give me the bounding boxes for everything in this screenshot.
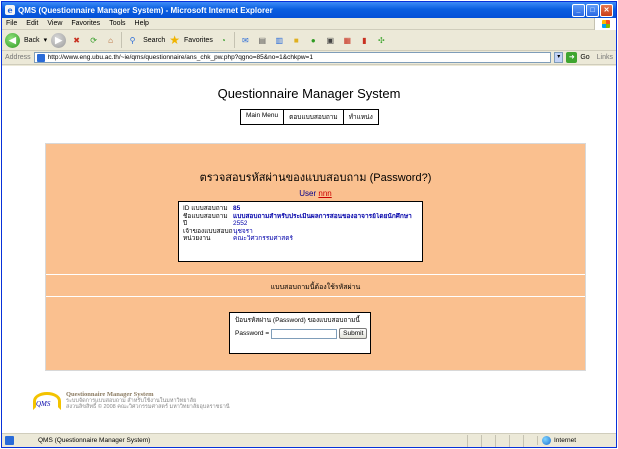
address-url[interactable]: http://www.eng.ubu.ac.th/~ie/qms/questio… [48,53,313,62]
info-row: ชื่อแบบสอบถาม แบบสอบถามสำหรับประเมินผลกา… [183,213,418,221]
main-nav: Main Menu ตอบแบบสอบถาม ทำแหน่ง [240,109,379,125]
page-title: Questionnaire Manager System [217,86,401,101]
stop-icon[interactable]: ✖ [70,34,83,47]
info-key: เจ้าของแบบสอบถาม [183,227,233,235]
book-icon[interactable]: ▮ [358,34,371,47]
password-panel: ตรวจสอบรหัสผ่านของแบบสอบถาม (Password?) … [45,143,586,371]
info-value: นุชจรา [233,227,253,235]
footer-line: สงวนลิขสิทธิ์ © 2008 คณะวิศวกรรมศาสตร์ ม… [66,404,230,411]
info-key: หน่วยงาน [183,235,211,243]
mail-icon[interactable]: ✉ [239,34,252,47]
panel-heading: ตรวจสอบรหัสผ่านของแบบสอบถาม (Password?) [199,172,432,184]
submit-button[interactable]: Submit [339,328,368,339]
password-input[interactable] [271,328,338,339]
info-key: ID แบบสอบถาม [183,205,228,212]
info-row: หน่วยงาน คณะวิศวกรรมศาสตร์ [183,235,418,243]
footer: QMS Questionnaire Manager System ระบบจัด… [32,391,230,411]
info-row: ID แบบสอบถาม 85 [183,205,418,213]
menu-view[interactable]: View [47,20,62,27]
back-dropdown-icon[interactable]: ▾ [44,36,48,44]
address-input[interactable]: http://www.eng.ubu.ac.th/~ie/qms/questio… [33,52,552,63]
history-icon[interactable]: ◔ [217,34,230,47]
window-title: QMS (Questionnaire Manager System) - Mic… [18,5,273,15]
password-instruction: ป้อนรหัสผ่าน (Password) ของแบบสอบถามนี้ [235,317,360,324]
browser-window: e QMS (Questionnaire Manager System) - M… [1,1,617,448]
print-icon[interactable]: ▤ [256,34,269,47]
forward-arrow-icon[interactable]: ▶ [51,32,67,48]
close-icon[interactable]: ✕ [600,3,613,17]
back-arrow-icon[interactable]: ◀ [5,32,20,48]
divider [46,274,585,275]
folder-icon[interactable]: ■ [290,34,303,47]
address-label: Address [5,54,31,61]
address-dropdown-icon[interactable]: ▾ [554,52,564,63]
divider [46,296,585,297]
user-label: User [299,189,317,198]
page-icon [36,53,45,62]
go-button-label[interactable]: Go [580,54,589,61]
go-arrow-icon[interactable]: ➜ [566,52,578,63]
info-key: ปี [183,220,188,228]
info-value: 85 [233,205,241,212]
ie-logo-icon: e [5,5,15,15]
status-bar: QMS (Questionnaire Manager System) Inter… [2,433,616,447]
dictionary-icon[interactable]: ▦ [341,34,354,47]
home-icon[interactable]: ⌂ [104,34,117,47]
menu-help[interactable]: Help [135,20,149,27]
windows-flag-icon [594,17,616,30]
questionnaire-info-box: ID แบบสอบถาม 85 ชื่อแบบสอบถาม แบบสอบถามส… [178,201,423,262]
info-value: 2552 [233,220,248,228]
menu-file[interactable]: File [6,20,17,27]
menu-favorites[interactable]: Favorites [71,20,100,27]
user-name-link[interactable]: nnn [318,189,331,198]
zone-label: Internet [554,437,577,444]
info-row: เจ้าของแบบสอบถาม นุชจรา [183,228,418,236]
page-viewport: Questionnaire Manager System Main Menu ต… [2,66,616,435]
menu-edit[interactable]: Edit [26,20,38,27]
qms-logo-icon: QMS [32,391,62,411]
messenger-icon[interactable]: ● [307,34,320,47]
user-line: User nnn [46,189,585,198]
qms-logo-text: QMS [36,400,51,408]
nav-main-menu[interactable]: Main Menu [241,110,285,124]
minimize-icon[interactable]: _ [572,3,585,17]
maximize-icon[interactable]: □ [586,3,599,17]
translate-icon[interactable]: ✣ [375,34,388,47]
menu-tools[interactable]: Tools [109,20,125,27]
password-label: Password = [235,330,270,337]
search-button-label[interactable]: Search [143,37,165,44]
status-text: QMS (Questionnaire Manager System) [38,437,151,444]
nav-answer-questionnaire[interactable]: ตอบแบบสอบถาม [284,110,344,124]
info-row: ปี 2552 [183,220,418,228]
refresh-icon[interactable]: ⟳ [87,34,100,47]
page-status-icon [5,436,14,445]
favorites-star-icon[interactable]: ★ [169,33,180,47]
edit-icon[interactable]: ▥ [273,34,286,47]
favorites-button-label[interactable]: Favorites [184,37,213,44]
research-icon[interactable]: ▣ [324,34,337,47]
menu-bar: File Edit View Favorites Tools Help [2,17,616,30]
toolbar: ◀ Back ▾ ▶ ✖ ⟳ ⌂ ⚲ Search ★ Favorites ◔ … [2,30,616,51]
title-bar: e QMS (Questionnaire Manager System) - M… [2,2,616,18]
links-label[interactable]: Links [597,54,613,61]
password-required-label: แบบสอบถามนี้ต้องใช้รหัสผ่าน [270,284,361,291]
back-button-label[interactable]: Back [24,37,40,44]
info-value: แบบสอบถามสำหรับประเมินผลการสอนของอาจารย์… [233,212,412,220]
info-key: ชื่อแบบสอบถาม [183,212,228,220]
globe-icon [542,436,551,445]
info-value: คณะวิศวกรรมศาสตร์ [233,235,293,243]
search-icon[interactable]: ⚲ [126,34,139,47]
security-zone[interactable]: Internet [537,436,613,445]
password-form: ป้อนรหัสผ่าน (Password) ของแบบสอบถามนี้ … [229,312,371,354]
nav-position[interactable]: ทำแหน่ง [344,110,378,124]
address-bar: Address http://www.eng.ubu.ac.th/~ie/qms… [2,51,616,65]
footer-title: Questionnaire Manager System [66,391,154,398]
